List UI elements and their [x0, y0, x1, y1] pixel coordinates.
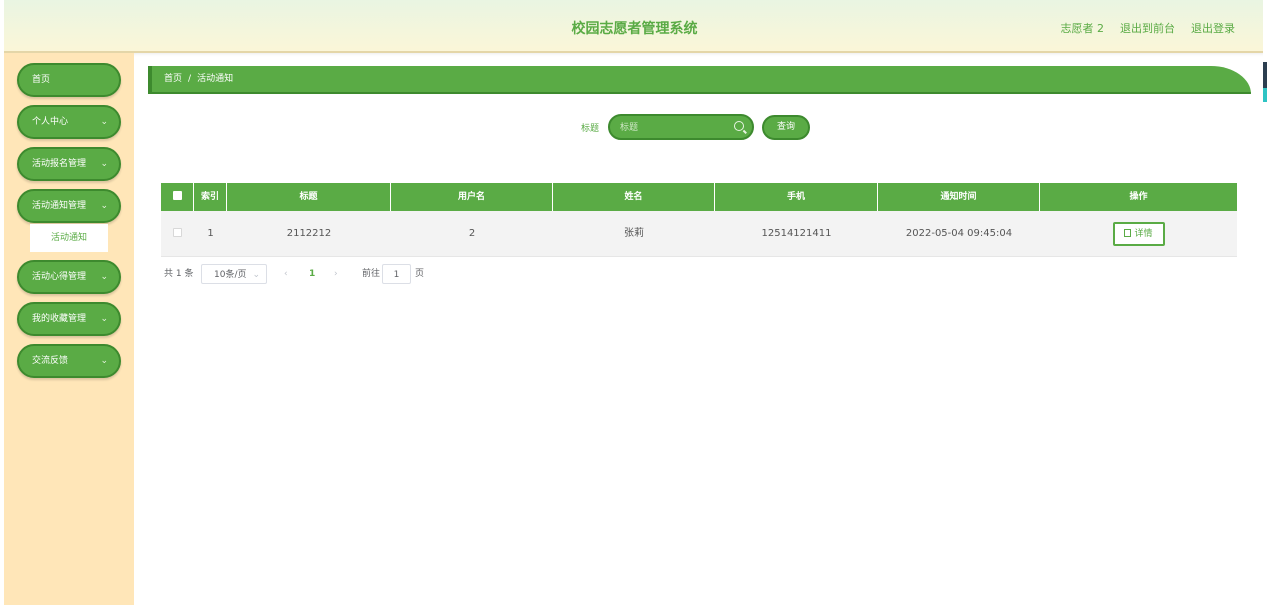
column-header-username: 用户名: [391, 183, 553, 211]
breadcrumb-home[interactable]: 首页: [164, 74, 182, 84]
column-header-title: 标题: [227, 183, 391, 211]
goto-label: 前往: [362, 269, 381, 279]
query-button[interactable]: 查询: [762, 115, 810, 140]
goto-page-input[interactable]: 1: [382, 264, 411, 284]
chevron-down-icon: ⌄: [100, 201, 108, 211]
sidebar-item-home[interactable]: 首页: [17, 63, 121, 97]
chevron-down-icon: ⌄: [100, 272, 108, 282]
header-select-all[interactable]: [161, 183, 194, 211]
current-user: 志愿者 2: [1060, 22, 1105, 35]
scrollbar-indicator: [1263, 88, 1267, 102]
prev-page-icon[interactable]: ‹: [284, 264, 288, 284]
page-size-select[interactable]: 10条/页 ⌄: [201, 264, 267, 284]
sidebar-item-activity-notice[interactable]: 活动通知管理 ⌄: [17, 189, 121, 223]
sidebar-item-personal-center[interactable]: 个人中心 ⌄: [17, 105, 121, 139]
sidebar-item-label: 首页: [32, 75, 51, 85]
page-suffix: 页: [415, 269, 425, 279]
cell-phone: 12514121411: [761, 228, 832, 239]
sidebar: 首页 个人中心 ⌄ 活动报名管理 ⌄ 活动通知管理 ⌄ 活动通知 活动心得管理 …: [4, 53, 134, 605]
detail-button-label: 详情: [1134, 229, 1153, 239]
sidebar-item-activity-signup[interactable]: 活动报名管理 ⌄: [17, 147, 121, 181]
row-select[interactable]: [161, 211, 194, 256]
cell-index: 1: [207, 228, 214, 239]
chevron-down-icon: ⌄: [100, 159, 108, 169]
chevron-down-icon: ⌄: [100, 314, 108, 324]
pagination-total: 共 1 条: [164, 269, 194, 279]
cell-username: 2: [468, 228, 476, 239]
next-page-icon[interactable]: ›: [334, 264, 338, 284]
row-checkbox[interactable]: [173, 227, 182, 237]
notice-table: 索引 标题 用户名 姓名 手机 通知时间 操作 1 2112212 2 张莉 1…: [161, 183, 1237, 257]
chevron-down-icon: ⌄: [100, 117, 108, 127]
breadcrumb-separator: /: [188, 74, 192, 84]
detail-button[interactable]: 详情: [1112, 222, 1165, 246]
chevron-down-icon: ⌄: [100, 356, 108, 366]
submenu-item-activity-notice[interactable]: 活动通知: [30, 224, 108, 252]
sidebar-item-label: 活动心得管理: [32, 272, 87, 282]
breadcrumb: 首页 / 活动通知: [148, 66, 1251, 94]
sidebar-item-label: 活动报名管理: [32, 159, 87, 169]
page-size-value: 10条/页: [214, 270, 247, 280]
column-header-index: 索引: [194, 183, 227, 211]
cell-name: 张莉: [624, 228, 644, 239]
sidebar-item-label: 活动通知管理: [32, 201, 87, 211]
cell-notice-time: 2022-05-04 09:45:04: [905, 228, 1013, 239]
document-icon: [1124, 228, 1132, 237]
logout-link[interactable]: 退出登录: [1191, 20, 1235, 36]
sidebar-item-label: 交流反馈: [32, 356, 69, 366]
sidebar-item-activity-experience[interactable]: 活动心得管理 ⌄: [17, 260, 121, 294]
cell-title: 2112212: [286, 228, 332, 239]
chevron-down-icon: ⌄: [252, 270, 260, 280]
sidebar-item-label: 我的收藏管理: [32, 314, 87, 324]
search-input[interactable]: [620, 120, 730, 136]
select-all-checkbox[interactable]: [172, 191, 182, 200]
search-field[interactable]: [608, 114, 754, 140]
sidebar-item-label: 个人中心: [32, 117, 69, 127]
search-label: 标题: [581, 124, 600, 134]
column-header-phone: 手机: [715, 183, 878, 211]
sidebar-item-feedback[interactable]: 交流反馈 ⌄: [17, 344, 121, 378]
table-header: 索引 标题 用户名 姓名 手机 通知时间 操作: [161, 183, 1237, 211]
cell-actions: 详情: [1040, 211, 1237, 256]
left-edge: [0, 0, 4, 605]
sidebar-item-my-favorites[interactable]: 我的收藏管理 ⌄: [17, 302, 121, 336]
header-actions: 志愿者 2 退出到前台 退出登录: [1061, 20, 1236, 36]
column-header-name: 姓名: [553, 183, 715, 211]
breadcrumb-current: 活动通知: [197, 74, 234, 84]
table-row: 1 2112212 2 张莉 12514121411 2022-05-04 09…: [161, 211, 1237, 257]
column-header-actions: 操作: [1129, 192, 1148, 202]
back-to-front-link[interactable]: 退出到前台: [1120, 20, 1175, 36]
top-header: 校园志愿者管理系统 志愿者 2 退出到前台 退出登录: [0, 0, 1269, 53]
search-icon: [734, 121, 744, 131]
column-header-notice-time: 通知时间: [878, 183, 1040, 211]
current-page-number[interactable]: 1: [309, 264, 315, 284]
